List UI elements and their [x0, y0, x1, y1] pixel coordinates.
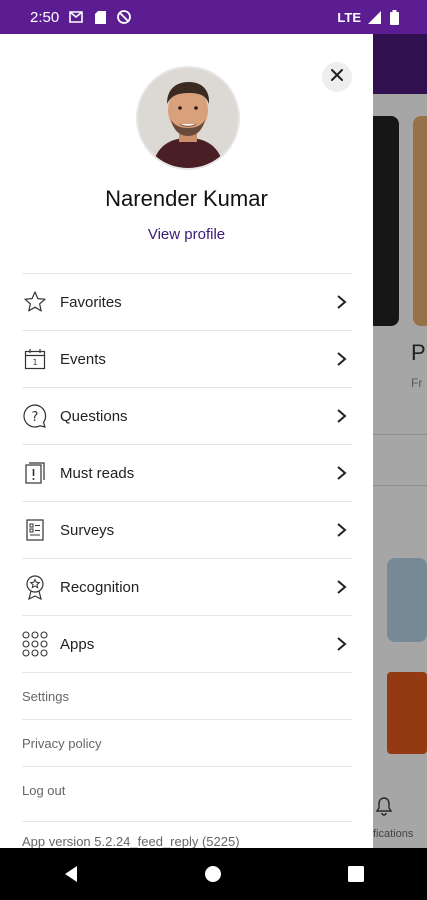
chevron-right-icon	[336, 406, 348, 426]
privacy-policy-link[interactable]: Privacy policy	[22, 719, 352, 766]
drawer-menu: Favorites 1 Events ? Questions Must read…	[22, 273, 352, 813]
menu-item-must-reads[interactable]: Must reads	[22, 444, 352, 501]
chevron-right-icon	[336, 463, 348, 483]
svg-text:1: 1	[32, 358, 37, 367]
chevron-right-icon	[336, 577, 348, 597]
question-icon: ?	[22, 403, 48, 429]
survey-icon	[22, 517, 48, 543]
do-not-disturb-icon	[117, 10, 132, 24]
menu-item-label: Must reads	[60, 464, 135, 482]
award-icon	[22, 574, 48, 600]
close-button[interactable]	[322, 62, 352, 92]
close-icon	[331, 68, 343, 86]
menu-item-label: Favorites	[60, 293, 122, 311]
log-out-link[interactable]: Log out	[22, 766, 352, 813]
chevron-right-icon	[336, 349, 348, 369]
network-type: LTE	[337, 9, 361, 25]
settings-link[interactable]: Settings	[22, 672, 352, 719]
app-version: App version 5.2.24_feed_reply (5225)	[22, 821, 352, 849]
signal-icon	[367, 10, 381, 24]
svg-text:?: ?	[32, 410, 39, 425]
gmail-icon	[69, 10, 84, 24]
chevron-right-icon	[336, 520, 348, 540]
menu-item-label: Surveys	[60, 521, 115, 539]
avatar[interactable]	[136, 66, 240, 170]
drawer-scrim[interactable]	[373, 34, 427, 848]
menu-item-surveys[interactable]: Surveys	[22, 501, 352, 558]
system-navigation-bar	[0, 848, 427, 900]
menu-item-apps[interactable]: Apps	[22, 615, 352, 672]
home-icon[interactable]	[201, 862, 225, 886]
back-icon[interactable]	[59, 862, 83, 886]
menu-item-label: Recognition	[60, 578, 140, 596]
view-profile-link[interactable]: View profile	[0, 226, 373, 243]
recents-icon[interactable]	[344, 862, 368, 886]
calendar-icon: 1	[22, 346, 48, 372]
user-name: Narender Kumar	[105, 186, 268, 211]
battery-icon	[387, 9, 401, 25]
chevron-right-icon	[336, 634, 348, 654]
status-time: 2:50	[30, 8, 60, 26]
must-read-icon	[22, 460, 48, 486]
menu-item-label: Apps	[60, 635, 95, 653]
navigation-drawer: Narender Kumar View profile Favorites 1 …	[0, 34, 373, 849]
menu-item-label: Questions	[60, 407, 128, 425]
star-icon	[22, 289, 48, 315]
menu-item-events[interactable]: 1 Events	[22, 330, 352, 387]
menu-item-label: Events	[60, 350, 106, 368]
chevron-right-icon	[336, 292, 348, 312]
sd-card-icon	[93, 10, 107, 24]
menu-item-questions[interactable]: ? Questions	[22, 387, 352, 444]
menu-item-recognition[interactable]: Recognition	[22, 558, 352, 615]
status-bar: 2:50 LTE	[0, 0, 427, 34]
menu-item-favorites[interactable]: Favorites	[22, 273, 352, 330]
apps-grid-icon	[22, 631, 48, 657]
